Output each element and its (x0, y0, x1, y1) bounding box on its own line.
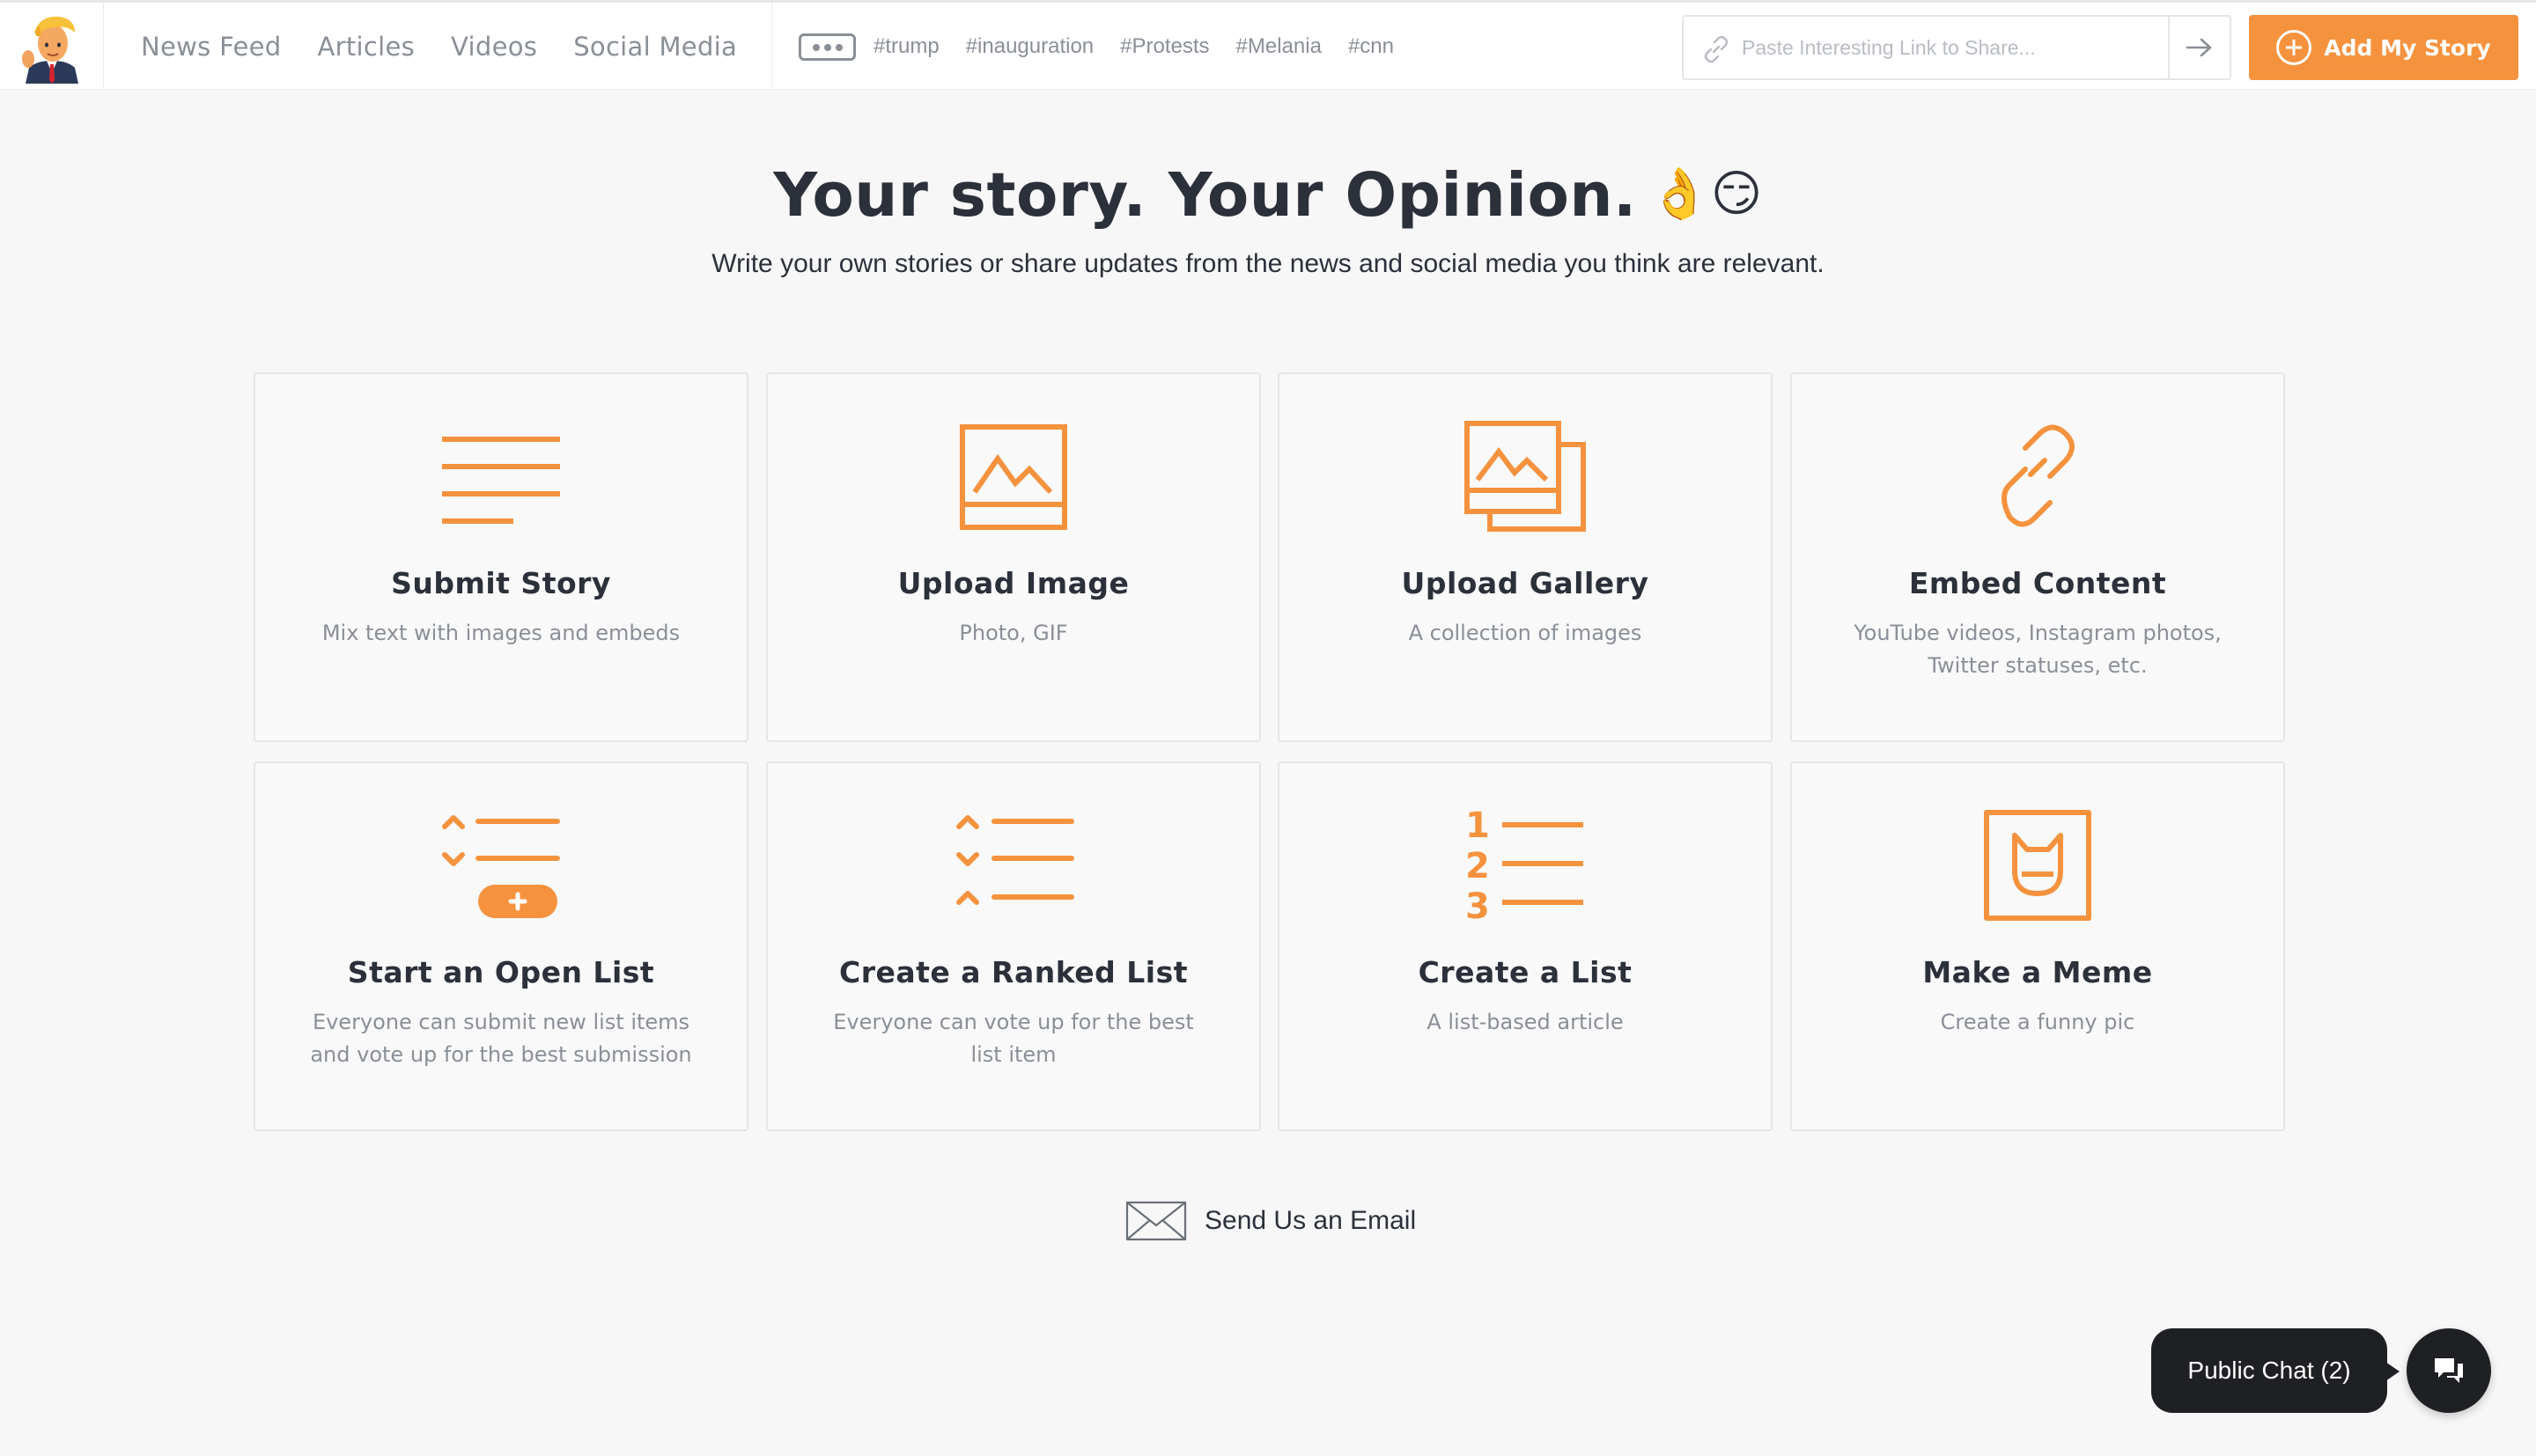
card-make-meme[interactable]: Make a Meme Create a funny pic (1790, 761, 2285, 1131)
arrow-right-icon (2186, 38, 2212, 57)
page-title-emoji: 👌😏 (1648, 165, 1763, 223)
tag-link[interactable]: #inauguration (966, 34, 1094, 59)
add-my-story-label: Add My Story (2324, 34, 2491, 61)
submit-link-button[interactable] (2168, 17, 2230, 78)
numbered-list-icon: 1 2 3 (1465, 809, 1583, 922)
page-title-text: Your story. Your Opinion. (773, 160, 1637, 231)
open-list-icon (442, 815, 560, 918)
svg-text:1: 1 (1465, 809, 1490, 846)
nav-social-media[interactable]: Social Media (573, 32, 737, 62)
card-submit-story[interactable]: Submit Story Mix text with images and em… (254, 372, 748, 742)
page-subtitle: Write your own stories or share updates … (711, 249, 1825, 278)
chat-toggle-button[interactable] (2407, 1328, 2491, 1413)
card-title: Start an Open List (347, 955, 655, 989)
svg-text:3: 3 (1465, 886, 1490, 922)
card-embed-content[interactable]: Embed Content YouTube videos, Instagram … (1790, 372, 2285, 742)
card-title: Submit Story (391, 566, 611, 600)
main-nav: News Feed Articles Videos Social Media (141, 3, 773, 90)
card-title: Upload Image (897, 566, 1130, 600)
nav-articles[interactable]: Articles (317, 32, 415, 62)
card-upload-gallery[interactable]: Upload Gallery A collection of images (1278, 372, 1773, 742)
card-upload-image[interactable]: Upload Image Photo, GIF (766, 372, 1261, 742)
public-chat-button[interactable]: Public Chat (2) (2151, 1328, 2400, 1413)
dot-icon (812, 43, 820, 51)
nav-news-feed[interactable]: News Feed (141, 32, 281, 62)
envelope-icon (1125, 1201, 1187, 1241)
card-description: Create a funny pic (1940, 1010, 2135, 1034)
ranked-list-icon (956, 815, 1074, 905)
trump-avatar-icon (21, 16, 78, 84)
share-link-box (1682, 15, 2231, 80)
card-title: Create a List (1418, 955, 1633, 989)
card-description: YouTube videos, Instagram photos, Twitte… (1854, 621, 2222, 678)
card-create-list[interactable]: 1 2 3 Create a List A list-based article (1278, 761, 1773, 1131)
gallery-icon (1464, 421, 1586, 532)
nav-videos[interactable]: Videos (451, 32, 537, 62)
trending-tags: #trump #inauguration #Protests #Melania … (874, 3, 1420, 90)
card-start-open-list[interactable]: Start an Open List Everyone can submit n… (254, 761, 748, 1131)
svg-text:2: 2 (1465, 846, 1490, 886)
tag-link[interactable]: #Melania (1236, 34, 1322, 59)
top-navigation-bar: News Feed Articles Videos Social Media #… (0, 0, 2536, 90)
card-description: A collection of images (1408, 621, 1642, 645)
tag-link[interactable]: #cnn (1348, 34, 1394, 59)
card-description: Photo, GIF (959, 621, 1068, 645)
chat-bubbles-icon (2435, 1358, 2463, 1383)
send-email-label: Send Us an Email (1205, 1206, 1417, 1235)
nav-divider (771, 3, 772, 90)
image-icon (960, 424, 1067, 530)
text-lines-icon (442, 437, 560, 524)
share-link-input[interactable] (1742, 17, 2085, 78)
dot-icon (835, 43, 843, 51)
plus-circle-icon (2276, 30, 2312, 65)
site-logo[interactable] (0, 3, 104, 90)
dot-icon (823, 43, 831, 51)
card-description: Everyone can vote up for the best list i… (833, 1010, 1194, 1067)
send-email-link[interactable]: Send Us an Email (1125, 1199, 1416, 1243)
page-title: Your story. Your Opinion. 👌😏 (0, 160, 2536, 231)
card-description: A list-based article (1426, 1010, 1624, 1034)
card-title: Make a Meme (1922, 955, 2153, 989)
card-title: Create a Ranked List (838, 955, 1189, 989)
public-chat-label: Public Chat (2) (2187, 1357, 2351, 1384)
card-create-ranked-list[interactable]: Create a Ranked List Everyone can vote u… (766, 761, 1261, 1131)
card-title: Embed Content (1908, 566, 2167, 600)
card-description: Everyone can submit new list items and v… (310, 1010, 692, 1067)
chain-link-icon (1704, 35, 1729, 63)
add-my-story-button[interactable]: Add My Story (2249, 15, 2518, 80)
tag-link[interactable]: #Protests (1120, 34, 1209, 59)
more-options-button[interactable] (799, 33, 856, 61)
card-description: Mix text with images and embeds (321, 621, 681, 645)
tag-link[interactable]: #trump (874, 34, 940, 59)
meme-icon (1984, 810, 2091, 921)
chain-link-icon (2002, 424, 2075, 527)
card-title: Upload Gallery (1401, 566, 1649, 600)
